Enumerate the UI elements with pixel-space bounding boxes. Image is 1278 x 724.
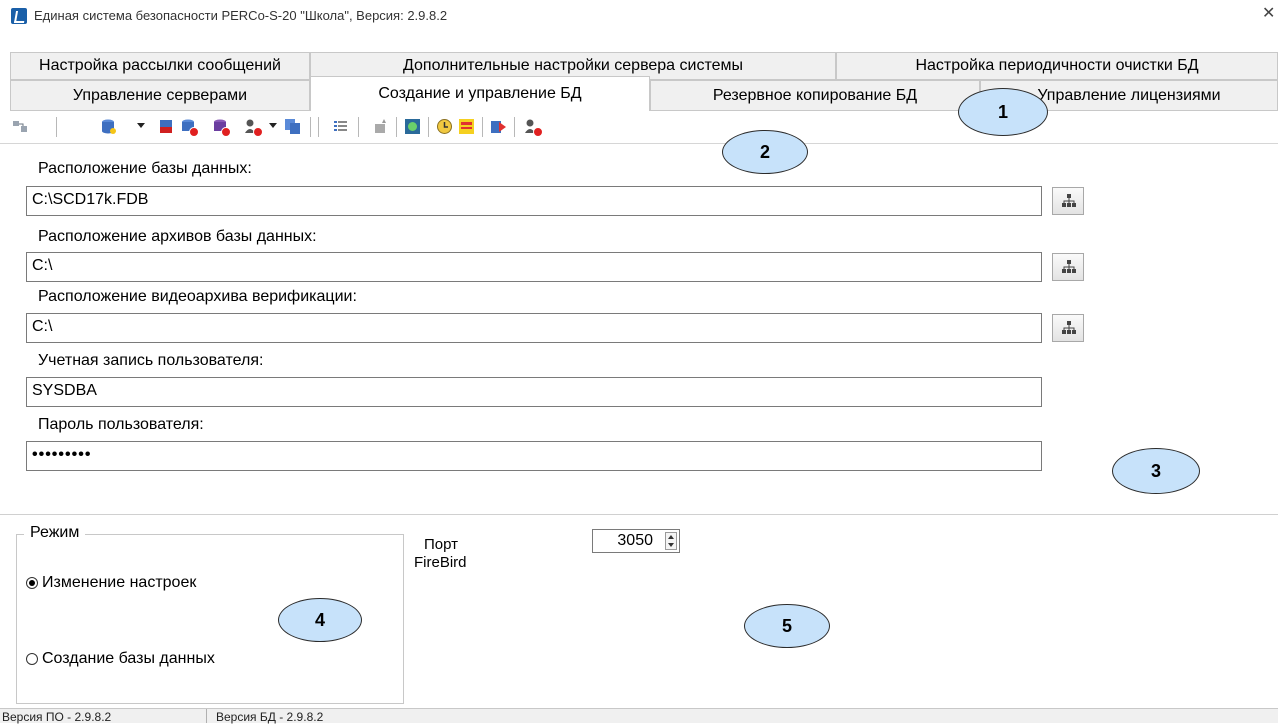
archive-location-browse-button[interactable] [1052, 253, 1084, 281]
properties-icon[interactable] [332, 118, 349, 135]
callout-3: 3 [1112, 448, 1200, 494]
archive-location-input[interactable]: C:\ [26, 252, 1042, 282]
user-delete-icon[interactable] [244, 118, 263, 137]
port-label-firebird: FireBird [414, 554, 467, 571]
app-icon [11, 8, 27, 24]
user-account-label: Учетная запись пользователя: [38, 352, 264, 369]
video-archive-input[interactable]: C:\ [26, 313, 1042, 343]
password-label: Пароль пользователя: [38, 416, 204, 433]
network-tree-icon [1062, 194, 1076, 207]
database-add-icon[interactable] [100, 118, 117, 135]
toolbar [0, 111, 1278, 144]
tab-db-cleanup-periodicity[interactable]: Настройка периодичности очистки БД [836, 52, 1278, 80]
callout-1: 1 [958, 88, 1048, 136]
callout-2: 2 [722, 130, 808, 174]
connect-icon[interactable] [12, 118, 29, 135]
database-delete-icon[interactable] [180, 118, 199, 137]
radio-create-database-label[interactable]: Создание базы данных [42, 650, 215, 668]
mode-group-title: Режим [24, 524, 86, 542]
spin-arrows-icon[interactable] [665, 532, 677, 550]
video-archive-label: Расположение видеоархива верификации: [38, 288, 357, 305]
wizard-icon[interactable] [372, 118, 389, 135]
tab-message-distribution[interactable]: Настройка рассылки сообщений [10, 52, 310, 80]
database-dropdown-icon[interactable] [137, 123, 145, 128]
window-title: Единая система безопасности PERCo-S-20 "… [34, 8, 448, 23]
callout-4: 4 [278, 598, 362, 642]
db-location-input[interactable]: C:\SCD17k.FDB [26, 186, 1042, 216]
radio-change-settings-label[interactable]: Изменение настроек [42, 574, 196, 592]
radio-change-settings[interactable] [26, 577, 38, 589]
close-button[interactable]: ✕ [1262, 3, 1275, 23]
port-value: 3050 [617, 532, 653, 549]
callout-5: 5 [744, 604, 830, 648]
tab-server-management[interactable]: Управление серверами [10, 80, 310, 111]
user-account-input[interactable]: SYSDBA [26, 377, 1042, 407]
user-delete-dropdown-icon[interactable] [269, 123, 277, 128]
port-label: Порт [424, 536, 459, 553]
db-location-label: Расположение базы данных: [38, 160, 252, 177]
tab-db-create-manage[interactable]: Создание и управление БД [310, 76, 650, 111]
password-input[interactable]: ••••••••• [26, 441, 1042, 471]
archive-location-label: Расположение архивов базы данных: [38, 228, 317, 245]
port-stepper[interactable]: 3050 [592, 529, 680, 553]
db-location-browse-button[interactable] [1052, 187, 1084, 215]
export-icon[interactable] [490, 118, 507, 135]
status-bar: Версия ПО - 2.9.8.2 Версия БД - 2.9.8.2 [0, 708, 1278, 724]
radio-create-database[interactable] [26, 653, 38, 665]
database-copy-icon[interactable] [284, 118, 301, 135]
video-archive-browse-button[interactable] [1052, 314, 1084, 342]
network-tree-icon [1062, 321, 1076, 334]
section-divider [0, 514, 1278, 515]
user-remove-icon[interactable] [524, 118, 543, 137]
database-red-icon[interactable] [158, 118, 175, 135]
network-tree-icon [1062, 260, 1076, 273]
tab-db-backup[interactable]: Резервное копирование БД [650, 80, 980, 111]
clock-icon[interactable] [436, 118, 453, 135]
refresh-icon[interactable] [404, 118, 421, 135]
database-stop-icon[interactable] [212, 118, 231, 137]
title-bar: Единая система безопасности PERCo-S-20 "… [0, 0, 1278, 32]
calendar-icon[interactable] [458, 118, 475, 135]
